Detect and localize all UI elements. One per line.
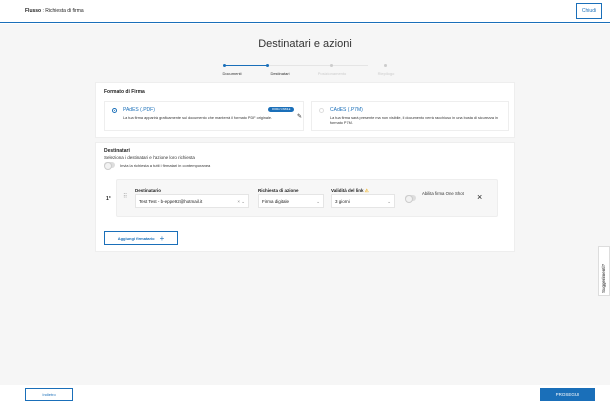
step-pending-line (268, 65, 368, 66)
option-description: La tua firma sarà presente ma non visibi… (330, 116, 498, 125)
option-label: CAdES (.P7M) (330, 107, 363, 113)
close-button[interactable]: Chiudi (576, 3, 602, 19)
recipient-select[interactable]: Test Test - b-eppe92@hotmail.it × ⌄ (135, 194, 249, 208)
main-content: Destinatari e azioni Documenti Destinata… (0, 24, 610, 385)
breadcrumb: Flusso : Richiesta di firma (25, 8, 84, 14)
suggestions-label: Suggerimenti? (601, 263, 606, 293)
drag-handle-icon[interactable]: ⠿ (123, 193, 127, 200)
step-progress-line (225, 65, 267, 66)
header: Flusso : Richiesta di firma Chiudi (0, 0, 610, 23)
visible-signature-badge: FIRMA VISIBILE (268, 107, 295, 112)
chevron-down-icon: ⌄ (387, 199, 391, 204)
step-riepilogo: Riepilogo (377, 71, 395, 76)
section-title: Destinatari (104, 148, 130, 154)
suggestions-tab[interactable]: Suggerimenti? (598, 246, 610, 296)
chevron-down-icon: ⌄ (316, 199, 320, 204)
page-title: Destinatari e azioni (258, 38, 352, 50)
step-posizionamento: Posizionamento (317, 71, 347, 76)
select-value: Test Test - b-eppe92@hotmail.it (139, 199, 203, 204)
edit-signature-icon[interactable]: ✎ (297, 113, 302, 120)
remove-recipient-icon[interactable]: × (477, 192, 482, 202)
recipient-order: 1° (106, 196, 111, 202)
step-dot (266, 64, 269, 67)
option-description: La tua firma apparirà graficamente sul d… (123, 116, 272, 120)
simultaneous-toggle[interactable] (104, 162, 115, 170)
field-label: Richiesta di azione (258, 188, 299, 193)
option-cades[interactable]: CAdES (.P7M) La tua firma sarà presente … (311, 101, 509, 131)
validity-label: Validità del link (331, 188, 364, 193)
add-signer-button[interactable]: Aggiungi firmatario + (104, 231, 178, 245)
step-dot (330, 64, 333, 67)
step-dot (384, 64, 387, 67)
plus-icon: + (159, 233, 165, 243)
back-button[interactable]: Indietro (25, 388, 73, 401)
stepper: Documenti Destinatari Posizionamento Rie… (220, 64, 400, 80)
clear-chevron-icon[interactable]: × ⌄ (237, 199, 245, 205)
toggle-label: Invia la richiesta a tutti i firmatari i… (120, 163, 211, 168)
recipient-row: ⠿ Destinatario Test Test - b-eppe92@hotm… (116, 179, 498, 217)
next-button[interactable]: PROSEGUI (540, 388, 595, 401)
oneshot-toggle[interactable] (405, 195, 416, 203)
button-label: Aggiungi firmatario (117, 235, 155, 241)
radio-cades[interactable] (319, 108, 324, 113)
signature-format-card: Formato di Firma PAdES (.PDF) FIRMA VISI… (95, 82, 515, 138)
select-value: 3 giorni (335, 199, 350, 204)
option-pades[interactable]: PAdES (.PDF) FIRMA VISIBILE La tua firma… (104, 101, 304, 131)
action-select[interactable]: Firma digitale ⌄ (258, 194, 324, 208)
footer: Indietro PROSEGUI (0, 385, 610, 406)
oneshot-label: Abilita firma One Shot (422, 191, 464, 196)
warning-icon: ⚠ (364, 188, 369, 193)
validity-select[interactable]: 3 giorni ⌄ (331, 194, 395, 208)
select-value: Firma digitale (262, 199, 290, 204)
option-label: PAdES (.PDF) (123, 107, 155, 113)
radio-pades[interactable] (112, 108, 117, 113)
step-destinatari[interactable]: Destinatari (270, 71, 289, 76)
field-label: Destinatario (135, 188, 162, 193)
step-documenti[interactable]: Documenti (222, 71, 241, 76)
step-dot (223, 64, 226, 67)
section-title: Formato di Firma (104, 89, 145, 95)
recipients-subtitle: Seleziona i destinatari e l'azione loro … (104, 155, 195, 160)
recipients-card: Destinatari Seleziona i destinatari e l'… (95, 142, 515, 252)
